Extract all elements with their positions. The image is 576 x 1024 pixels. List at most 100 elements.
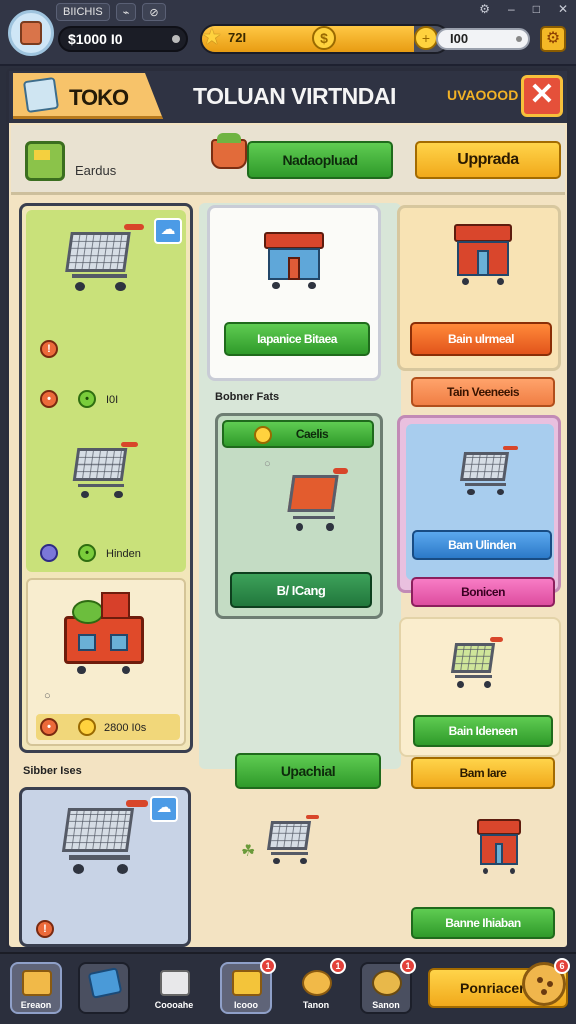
photo-icon <box>232 970 262 996</box>
settings-button[interactable]: ⚙ <box>540 26 566 52</box>
red-shop-buy-button[interactable]: Bain ulrmeal <box>410 322 552 356</box>
cart-card-green[interactable]: ☁ ! • • I0I • Hinden <box>26 210 186 572</box>
row3-value: 2800 I0s <box>104 722 147 734</box>
download-button-label: Nadaopluad <box>282 152 358 168</box>
panel-title: TOLUAN VIRTNDAI <box>193 83 396 109</box>
money-display: $1000 I0 <box>58 26 188 52</box>
nav-photo-badge: 1 <box>260 958 276 974</box>
cloud-upload-icon[interactable]: ☁ <box>154 218 182 244</box>
shop-icon <box>22 76 60 114</box>
cart-item-card[interactable]: Caelis ○ B/ ICang <box>215 413 383 619</box>
leaf-coin-icon: • <box>78 544 96 562</box>
box-icon <box>25 141 65 181</box>
mini-shop-buy-label: Banne Ihiaban <box>445 916 521 930</box>
gold-coin-icon <box>78 718 96 736</box>
shop-toolbar: Eardus Nadaopluad Upprada <box>11 125 565 195</box>
green-cart-card[interactable]: Bain Ideneen <box>399 617 561 757</box>
basket-icon <box>211 133 247 169</box>
tab-chip[interactable]: ⌁ <box>115 3 137 21</box>
fire-coin-icon: • <box>40 390 58 408</box>
tab-toko-label: TOKO <box>69 85 129 110</box>
cart-coin-icon: • <box>40 718 58 736</box>
gems-display: I00 <box>436 28 530 50</box>
food-truck-image <box>264 232 324 290</box>
coin-icon: $ <box>312 26 336 50</box>
cart-item-buy-button[interactable]: B/ ICang <box>230 572 372 608</box>
small-cart-image <box>263 815 319 871</box>
app-title-chip: BIICHIS <box>56 3 110 21</box>
cart-item-header: Caelis <box>222 420 374 448</box>
window-controls: ⚙ – □ ✕ <box>479 2 568 16</box>
big-cart-image <box>56 800 148 884</box>
download-button[interactable]: Nadaopluad <box>247 141 393 179</box>
panel-sublabel: UVAOOOD <box>447 87 519 103</box>
nav-item-photo[interactable]: Icooo 1 <box>220 958 276 1014</box>
blue-cart-image <box>456 446 518 502</box>
bottom-nav: Ereaon Coooahe Icooo 1 Tanon 1 Sanon 1 P… <box>0 952 576 1024</box>
food-truck-card[interactable]: Iapanice Bitaea <box>207 205 381 381</box>
tab-toko[interactable]: TOKO <box>13 73 163 119</box>
trophy-icon <box>372 970 402 996</box>
food-truck-buy-button[interactable]: Iapanice Bitaea <box>224 322 370 356</box>
close-button[interactable]: ✕ <box>521 75 563 117</box>
nav-item-pot[interactable]: Tanon 1 <box>290 958 346 1014</box>
close-icon[interactable]: ✕ <box>558 2 568 16</box>
maximize-icon[interactable]: □ <box>533 2 540 16</box>
cup-icon <box>160 970 190 996</box>
nav-item-trophy[interactable]: Sanon 1 <box>360 958 416 1014</box>
shopping-cart-image <box>60 224 144 300</box>
coin-icon-small <box>254 426 272 444</box>
green-cart-buy-button[interactable]: Bain Ideneen <box>413 715 553 747</box>
nav-item-cooking-label: Coooahe <box>154 1000 194 1010</box>
cloud-upload-icon-2[interactable]: ☁ <box>150 796 178 822</box>
produce-cart-card[interactable]: ○ • 2800 I0s <box>26 578 186 746</box>
blue-cart-buy-label: Bam Ulinden <box>448 538 516 552</box>
cart-item-buy-label: B/ ICang <box>276 582 326 598</box>
money-dot <box>172 35 180 43</box>
toolbar-label: Eardus <box>75 163 117 178</box>
leaf-icon: ☘ <box>241 843 256 860</box>
upgrade-button[interactable]: Upprada <box>415 141 561 179</box>
top-bar: BIICHIS ⌁ ⊘ ⚙ – □ ✕ $1000 I0 ★ 72I $ + I… <box>0 0 576 66</box>
red-shop-buy-label: Bain ulrmeal <box>447 332 515 346</box>
pot-icon <box>302 970 332 996</box>
player-avatar[interactable] <box>8 10 54 56</box>
grey-cart-card[interactable]: ☁ ! <box>19 787 191 947</box>
shopping-cart-image-2 <box>68 442 138 506</box>
blue-cart-buy-button[interactable]: Bam Ulinden <box>412 530 552 560</box>
upgrade-button-label: Upprada <box>457 151 519 168</box>
blue-cart-sub-button[interactable]: Bonicen <box>411 577 555 607</box>
nav-item-store[interactable]: Ereaon <box>10 962 62 1014</box>
minimize-icon[interactable]: – <box>508 2 515 16</box>
red-shop-sub-button[interactable]: Tain Veeneeis <box>411 377 555 407</box>
nav-item-cards[interactable] <box>78 962 130 1014</box>
gem-coin-icon <box>40 544 58 562</box>
nav-trophy-badge: 1 <box>400 958 416 974</box>
blue-cart-sub-label: Bonicen <box>461 585 505 599</box>
row2-label: Hinden <box>106 548 141 560</box>
blue-cart-card[interactable]: Bam Ulinden <box>397 415 561 593</box>
shop-panel: TOKO TOLUAN VIRTNDAI UVAOOOD ✕ Eardus Na… <box>6 68 570 950</box>
title-chips: BIICHIS ⌁ ⊘ <box>56 3 166 21</box>
money-value: $1000 I0 <box>68 31 123 47</box>
sparkle-icon: ○ <box>44 690 51 702</box>
upgrade-all-label: Upachial <box>280 763 336 779</box>
green-cart-buy-label: Bain Ideneen <box>448 724 518 738</box>
nav-item-pot-label: Tanon <box>302 1000 330 1010</box>
red-shop-sub-label: Tain Veeneeis <box>447 385 520 399</box>
red-shop-card[interactable]: Bain ulrmeal <box>397 205 561 371</box>
mini-shop-buy-button[interactable]: Banne Ihiaban <box>411 907 555 939</box>
bottom-section-label: Sibber Ises <box>23 765 82 777</box>
gems-value: I00 <box>450 31 469 46</box>
mute-chip[interactable]: ⊘ <box>142 3 166 21</box>
add-coin-icon[interactable]: + <box>414 26 438 50</box>
gear-icon[interactable]: ⚙ <box>479 2 490 16</box>
green-cart-sub-button[interactable]: Bam Iare <box>411 757 555 789</box>
upgrade-all-button[interactable]: Upachial <box>235 753 381 789</box>
nav-item-cooking[interactable]: Coooahe <box>148 962 200 1014</box>
center-section-label: Bobner Fats <box>215 391 280 403</box>
nav-item-store-label: Ereaon <box>20 1000 52 1010</box>
left-item-column: ☁ ! • • I0I • Hinden ○ • 2800 I0s <box>19 203 193 753</box>
nav-item-trophy-label: Sanon <box>372 1000 400 1010</box>
promo-badge: 6 <box>554 958 570 974</box>
